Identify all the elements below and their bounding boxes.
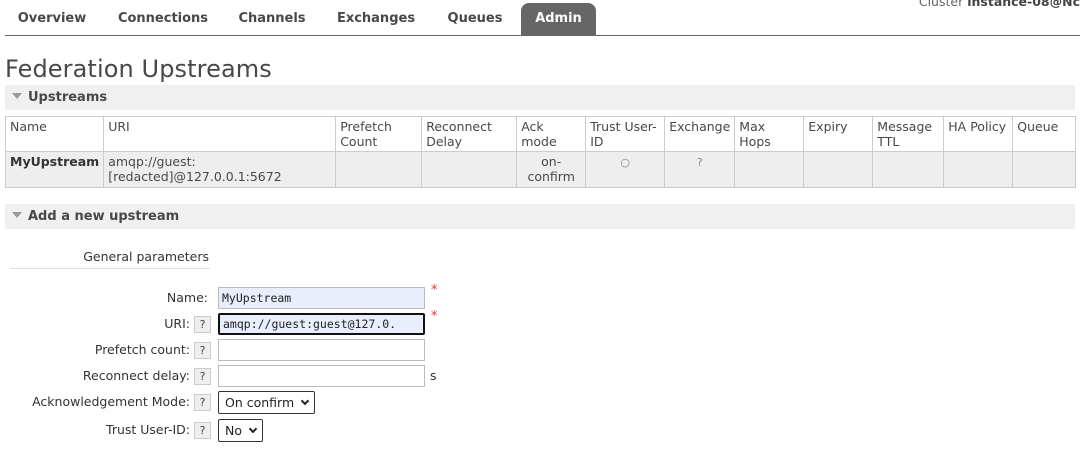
upstream-ack-mode-cell: on-confirm (516, 151, 587, 188)
reconnect-unit: s (430, 368, 437, 383)
uri-help-button[interactable]: ? (194, 316, 211, 333)
column-header-uri[interactable]: URI (103, 116, 337, 152)
upstream-ha-policy-cell (943, 151, 1014, 188)
trust-user-id-row: Trust User-ID: ? No (0, 419, 600, 443)
tab-connections[interactable]: Connections (103, 3, 223, 35)
column-header-ack-mode[interactable]: Ack mode (516, 116, 587, 152)
reconnect-delay-input[interactable] (218, 365, 425, 387)
column-header-exchange[interactable]: Exchange (664, 116, 736, 152)
upstreams-table: Name URI Prefetch Count Reconnect Delay … (4, 116, 1076, 188)
tab-exchanges[interactable]: Exchanges (325, 3, 427, 35)
tab-overview[interactable]: Overview (5, 3, 99, 35)
tab-channels[interactable]: Channels (229, 3, 315, 35)
column-header-message-ttl[interactable]: Message TTL (872, 116, 945, 152)
ack-mode-help-button[interactable]: ? (194, 394, 211, 411)
prefetch-label: Prefetch count: (94, 342, 190, 357)
upstream-reconnect-cell (421, 151, 518, 188)
trust-user-id-selected: No (225, 423, 242, 438)
tab-queues[interactable]: Queues (437, 3, 513, 35)
column-header-queue[interactable]: Queue (1012, 116, 1076, 152)
uri-row: URI: ? amqp://guest:guest@127.0. * (0, 309, 600, 337)
required-marker: * (431, 309, 438, 324)
upstream-trust-user-id-cell: ○ (585, 151, 666, 188)
upstream-exchange-cell: ? (664, 151, 736, 188)
upstreams-section-title: Upstreams (28, 90, 108, 105)
name-label: Name: (166, 290, 208, 305)
column-header-max-hops[interactable]: Max Hops (734, 116, 805, 152)
ack-mode-row: Acknowledgement Mode: ? On confirm (0, 391, 600, 415)
uri-input[interactable]: amqp://guest:guest@127.0. (218, 313, 425, 335)
upstream-uri-cell: amqp://guest:[redacted]@127.0.0.1:5672 (103, 151, 337, 188)
upstream-prefetch-cell (335, 151, 423, 188)
reconnect-row: Reconnect delay: ? s (0, 365, 600, 389)
reconnect-label: Reconnect delay: (82, 368, 190, 383)
exchange-unknown-marker: ? (696, 156, 703, 169)
upstream-message-ttl-cell (872, 151, 945, 188)
collapse-triangle-icon (12, 93, 22, 99)
prefetch-row: Prefetch count: ? (0, 339, 600, 363)
chevron-down-icon (248, 424, 258, 434)
general-parameters-heading: General parameters (10, 249, 210, 269)
column-header-trust-user-id[interactable]: Trust User-ID (585, 116, 666, 152)
column-header-ha-policy[interactable]: HA Policy (943, 116, 1014, 152)
column-header-name[interactable]: Name (4, 116, 105, 152)
column-header-prefetch-count[interactable]: Prefetch Count (335, 116, 423, 152)
chevron-down-icon (300, 396, 310, 406)
trust-user-id-select[interactable]: No (218, 419, 263, 442)
ack-mode-label: Acknowledgement Mode: (32, 394, 190, 409)
prefetch-help-button[interactable]: ? (194, 342, 211, 359)
trust-user-id-label: Trust User-ID: (106, 422, 190, 437)
upstream-max-hops-cell (734, 151, 805, 188)
trust-user-id-help-button[interactable]: ? (194, 422, 211, 439)
uri-label: URI: (164, 316, 190, 331)
add-upstream-section-toggle[interactable]: Add a new upstream (5, 204, 1075, 229)
page-title: Federation Upstreams (5, 55, 272, 83)
required-marker: * (431, 283, 438, 298)
name-row: Name: MyUpstream * (0, 283, 600, 311)
upstream-expiry-cell (803, 151, 874, 188)
tab-admin[interactable]: Admin (521, 3, 596, 35)
upstream-name-link[interactable]: MyUpstream (4, 151, 105, 188)
column-header-expiry[interactable]: Expiry (803, 116, 874, 152)
prefetch-count-input[interactable] (218, 339, 425, 361)
column-header-reconnect-delay[interactable]: Reconnect Delay (421, 116, 518, 152)
main-nav: Overview Connections Channels Exchanges … (5, 0, 1080, 36)
add-upstream-section-title: Add a new upstream (28, 209, 180, 224)
general-parameters-label: General parameters (83, 249, 209, 264)
table-row: MyUpstream amqp://guest:[redacted]@127.0… (4, 151, 1076, 188)
name-input[interactable]: MyUpstream (218, 287, 425, 309)
trust-user-id-circle-icon: ○ (620, 156, 630, 169)
ack-mode-select[interactable]: On confirm (218, 391, 316, 414)
collapse-triangle-icon (12, 212, 22, 218)
upstream-queue-cell (1012, 151, 1076, 188)
ack-mode-selected: On confirm (225, 395, 295, 410)
reconnect-help-button[interactable]: ? (194, 368, 211, 385)
upstreams-section-toggle[interactable]: Upstreams (5, 85, 1075, 110)
table-header-row: Name URI Prefetch Count Reconnect Delay … (4, 116, 1076, 152)
